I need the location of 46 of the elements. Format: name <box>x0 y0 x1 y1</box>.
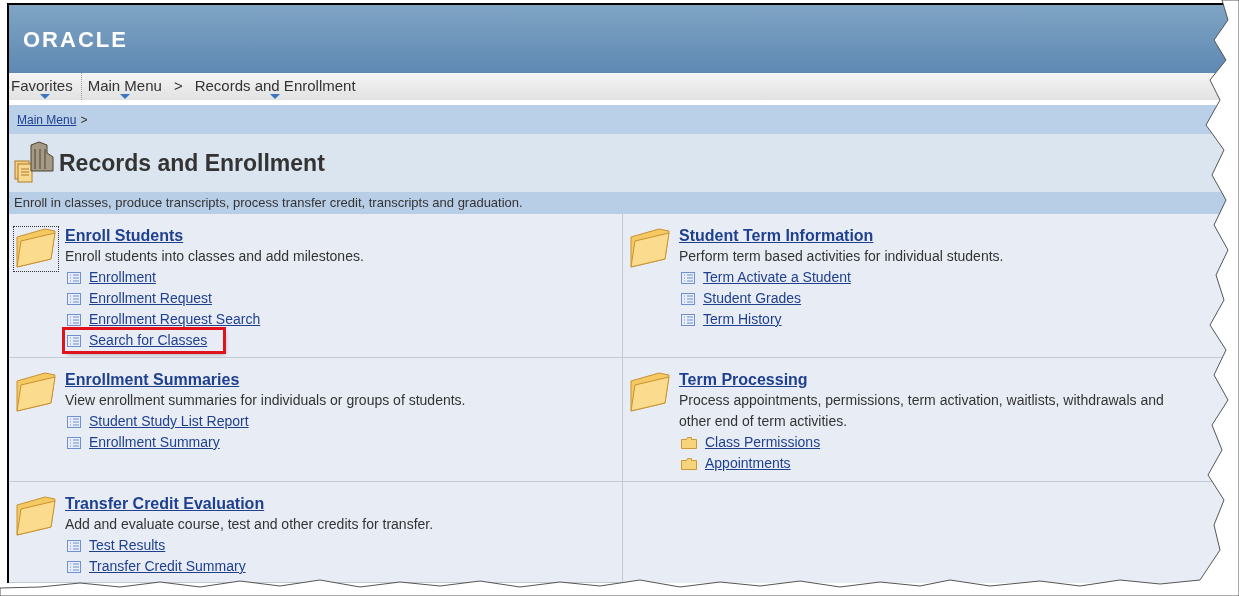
section-description: View enrollment summaries for individuals or groups of students. <box>65 391 466 410</box>
page-list-icon <box>67 292 81 305</box>
small-folder-icon <box>681 436 697 449</box>
menu-link[interactable]: Enrollment Request <box>89 288 212 309</box>
page-list-icon <box>681 271 695 284</box>
page-list-icon <box>67 415 81 428</box>
menu-link[interactable]: Enrollment Request Search <box>89 309 261 330</box>
menu-link[interactable]: Enrollment Summary <box>89 432 220 453</box>
section-title-link[interactable]: Enrollment Summaries <box>65 370 240 390</box>
page-title: Records and Enrollment <box>59 148 325 178</box>
page-list-icon <box>681 292 695 305</box>
page-list-icon <box>681 313 695 326</box>
section-description: Perform term based activities for individual students. <box>679 247 1004 266</box>
menu-link[interactable]: Student Study List Report <box>89 411 249 432</box>
section-title-link[interactable]: Student Term Information <box>679 226 874 246</box>
page-list-icon <box>67 436 81 449</box>
page-list-icon <box>67 560 81 573</box>
menu-link[interactable]: Term Activate a Student <box>703 267 851 288</box>
menu-link[interactable]: Test Results <box>89 535 166 556</box>
section-title-link[interactable]: Term Processing <box>679 370 808 390</box>
menu-link[interactable]: Transfer Credit Summary <box>89 556 246 577</box>
section-title-link[interactable]: Transfer Credit Evaluation <box>65 494 265 514</box>
page-list-icon <box>67 539 81 552</box>
breadcrumb-link[interactable]: Main Menu <box>17 110 77 129</box>
nav-menu[interactable]: Main Menu <box>81 73 168 100</box>
page-list-icon <box>67 271 81 284</box>
page-list-icon <box>67 313 81 326</box>
nav-menu[interactable]: Records and Enrollment <box>188 73 362 100</box>
menu-link[interactable]: Enrollment <box>89 267 156 288</box>
section-description: Process appointments, permissions, term activation, waitlists, withdrawals and other end of term activities. <box>679 391 1165 431</box>
page-description: Enroll in classes, produce transcripts, process transfer credit, transcripts and graduation. <box>14 194 523 213</box>
menu-link[interactable]: Term History <box>703 309 782 330</box>
menu-link[interactable]: Search for Classes <box>89 330 208 351</box>
folder-icon[interactable] <box>13 226 59 272</box>
menu-link[interactable]: Appointments <box>705 453 791 474</box>
section-title-link[interactable]: Enroll Students <box>65 226 184 246</box>
small-folder-icon <box>681 457 697 470</box>
nav-separator: > <box>172 76 184 97</box>
menu-link[interactable]: Class Permissions <box>705 432 821 453</box>
breadcrumb-separator: > <box>80 111 88 129</box>
records-building-icon <box>13 141 55 185</box>
menu-link[interactable]: Student Grades <box>703 288 802 309</box>
section-description: Add and evaluate course, test and other credits for transfer. <box>65 515 434 534</box>
page-list-icon <box>67 334 81 347</box>
oracle-logo: ORACLE <box>23 25 128 54</box>
section-description: Enroll students into classes and add milestones. <box>65 247 364 266</box>
